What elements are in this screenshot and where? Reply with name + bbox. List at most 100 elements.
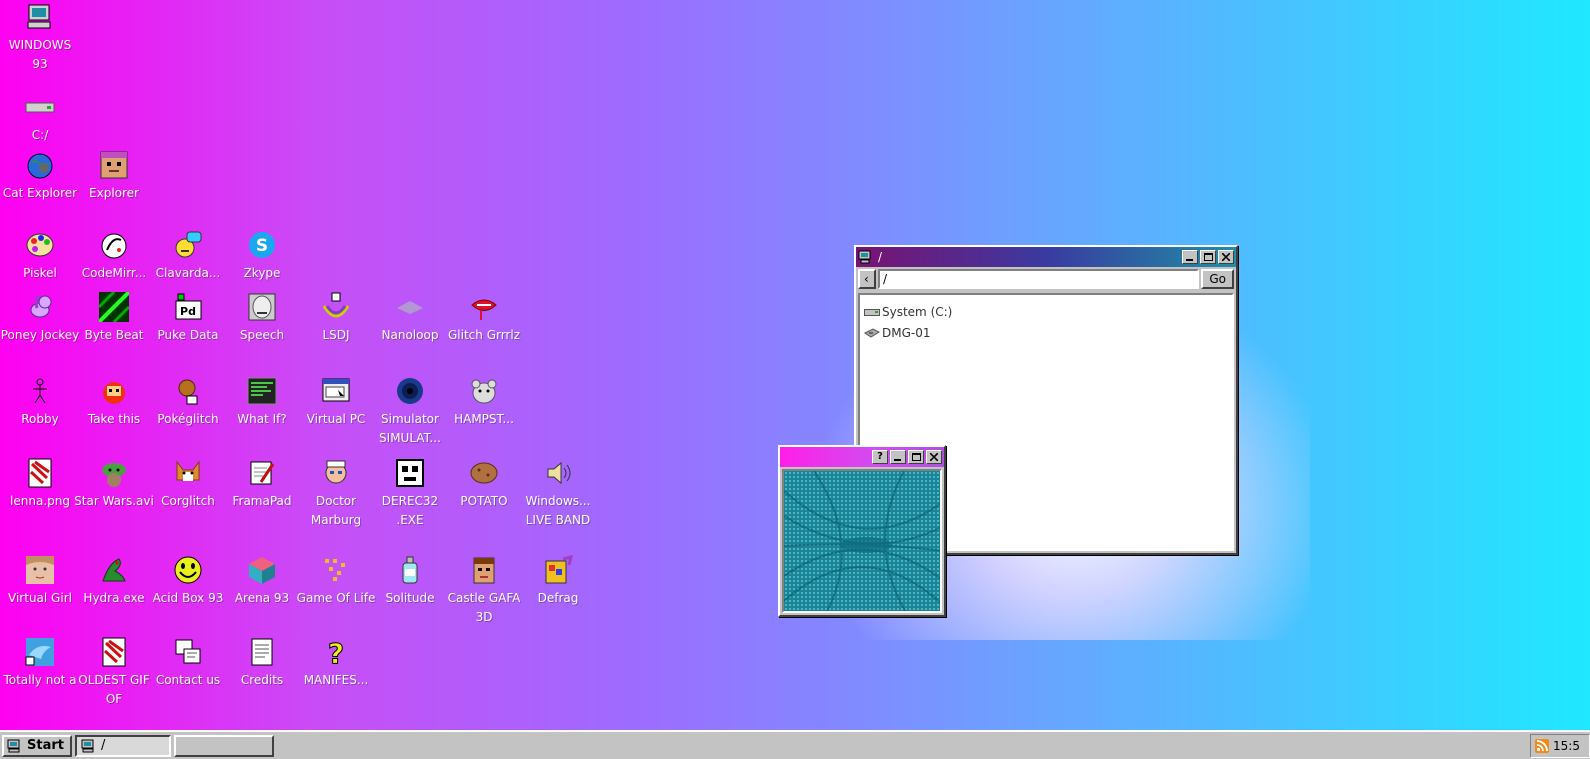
desktop-icon-hampster[interactable]: HAMPST... [444, 374, 524, 452]
desktop-icon-label: Corglitch [161, 494, 215, 508]
desktop-icon-castle[interactable]: Castle GAFA 3D [444, 553, 524, 631]
desktop-icon-label: Credits [240, 673, 284, 687]
desktop-icon-label: Zkype [243, 266, 281, 280]
potato-icon [468, 456, 500, 490]
rss-icon[interactable] [1535, 739, 1549, 753]
defrag-icon [542, 553, 574, 587]
desktop-icon-label: DEREC32 .EXE [381, 494, 439, 527]
desktop-icon-corglitch[interactable]: Corglitch [148, 456, 228, 534]
desktop-icon-virtualpc[interactable]: Virtual PC [296, 374, 376, 452]
desktop-icon-label: Glitch Grrrlz [448, 328, 520, 342]
virtual-pc-icon [320, 374, 352, 408]
media-titlebar[interactable]: ? [780, 447, 944, 467]
desktop-icon-label: Explorer [89, 186, 139, 200]
explorer-title: / [878, 250, 883, 264]
desktop-icon-speech[interactable]: Speech [222, 290, 302, 368]
minimize-button[interactable] [890, 450, 906, 464]
desktop-icon-label: Totally not a [3, 673, 77, 687]
desktop-icon-solitude[interactable]: Solitude [370, 553, 450, 631]
desktop-icon-label: Virtual PC [306, 412, 366, 426]
desktop-icon-simulator[interactable]: Simulator SIMULAT... [370, 374, 450, 452]
desktop-icon-robby[interactable]: Robby [0, 374, 80, 452]
explorer-addressbar: ‹ Go [856, 267, 1236, 291]
desktop-icon-label: Hydra.exe [83, 591, 145, 605]
desktop-icon-lenna[interactable]: lenna.png [0, 456, 80, 534]
desktop-icon-framapad[interactable]: FramaPad [222, 456, 302, 534]
hamster-icon [468, 374, 500, 408]
desktop-icon-oldestgif[interactable]: OLDEST GIF OF [74, 635, 154, 713]
hydra-icon [98, 553, 130, 587]
desktop-icon-windows93[interactable]: WINDOWS 93 [0, 0, 80, 78]
take-this-icon [98, 374, 130, 408]
desktop-icon-potato[interactable]: POTATO [444, 456, 524, 534]
desktop-icon-glitchgrrrlz[interactable]: Glitch Grrrlz [444, 290, 524, 368]
explorer-item-label: System (C:) [882, 304, 953, 319]
game-of-life-icon [320, 553, 352, 587]
codemirror-icon [98, 228, 130, 262]
desktop-icon-liveband[interactable]: Windows... LIVE BAND [518, 456, 598, 534]
lips-icon [468, 290, 500, 324]
desktop-icon-pokeglitch[interactable]: Pokéglitch [148, 374, 228, 452]
desktop-icon-totally[interactable]: Totally not a [0, 635, 80, 713]
desktop-icon-pukedata[interactable]: Pd Puke Data [148, 290, 228, 368]
explorer-titlebar[interactable]: / [856, 247, 1236, 267]
desktop-icon-acidbox[interactable]: Acid Box 93 [148, 553, 228, 631]
desktop-icon-label: FramaPad [232, 494, 292, 508]
desktop-icon-contact[interactable]: Contact us [148, 635, 228, 713]
task-button-media[interactable] [173, 734, 274, 757]
desktop-icon-label: lenna.png [10, 494, 70, 508]
explorer-window-icon [858, 250, 872, 264]
desktop-icon-takethis[interactable]: Take this [74, 374, 154, 452]
image-file-icon [24, 456, 56, 490]
desktop-icon-label: Pokéglitch [157, 412, 219, 426]
desktop-icon-label: C:/ [31, 128, 49, 142]
desktop-icon-hydra[interactable]: Hydra.exe [74, 553, 154, 631]
pd-icon: Pd [172, 290, 204, 324]
desktop-icon-derec32[interactable]: DEREC32 .EXE [370, 456, 450, 534]
explorer-item-dmg[interactable]: DMG-01 [864, 322, 1228, 343]
desktop-icon-credits[interactable]: Credits [222, 635, 302, 713]
close-button[interactable] [1218, 250, 1234, 264]
start-button[interactable]: Start [2, 734, 72, 757]
corgi-icon [172, 456, 204, 490]
vortex-icon [394, 374, 426, 408]
speaker-icon [542, 456, 574, 490]
desktop-icon-arena93[interactable]: Arena 93 [222, 553, 302, 631]
desktop-icon-label: WINDOWS 93 [8, 38, 72, 71]
desktop-icon-poney[interactable]: Poney Jockey [0, 290, 80, 368]
desktop-icon-virtualgirl[interactable]: Virtual Girl [0, 553, 80, 631]
desktop-icon-cat-explorer[interactable]: Cat Explorer [0, 148, 80, 226]
desktop-icon-starwars[interactable]: Star Wars.avi [74, 456, 154, 534]
path-input[interactable] [878, 269, 1200, 289]
contact-icon [172, 635, 204, 669]
media-canvas[interactable] [782, 469, 942, 613]
desktop: WINDOWS 93 C:/ Cat Explorer Explorer Piskel C… [0, 0, 1590, 730]
start-label: Start [27, 738, 64, 753]
desktop-icon-whatif[interactable]: What If? [222, 374, 302, 452]
desktop-icon-label: Nanoloop [381, 328, 439, 342]
disk-icon [864, 327, 882, 339]
go-button[interactable]: Go [1201, 269, 1234, 289]
help-button[interactable]: ? [872, 450, 888, 464]
explorer-item-system[interactable]: System (C:) [864, 301, 1228, 322]
desktop-icon-lsdj[interactable]: LSDJ [296, 290, 376, 368]
maximize-button[interactable] [908, 450, 924, 464]
desktop-icon-doctor[interactable]: Doctor Marburg [296, 456, 376, 534]
maximize-button[interactable] [1200, 250, 1216, 264]
yoda-icon [98, 456, 130, 490]
back-button[interactable]: ‹ [858, 269, 876, 289]
desktop-icon-bytebeat[interactable]: Byte Beat [74, 290, 154, 368]
desktop-icon-gameoflife[interactable]: Game Of Life [296, 553, 376, 631]
notepad-pen-icon [246, 456, 278, 490]
desktop-icon-manifesto[interactable]: ? MANIFES... [296, 635, 376, 713]
desktop-icon-label: Speech [239, 328, 285, 342]
task-button-explorer[interactable]: / [74, 734, 171, 757]
desktop-icon-nanoloop[interactable]: Nanoloop [370, 290, 450, 368]
desktop-icon-explorer[interactable]: Explorer [74, 148, 154, 226]
close-button[interactable] [926, 450, 942, 464]
desktop-icon-defrag[interactable]: Defrag [518, 553, 598, 631]
minimize-button[interactable] [1182, 250, 1198, 264]
globe-cat-icon [24, 148, 56, 182]
svg-text:S: S [256, 236, 268, 256]
desktop-icon-label: Robby [21, 412, 59, 426]
